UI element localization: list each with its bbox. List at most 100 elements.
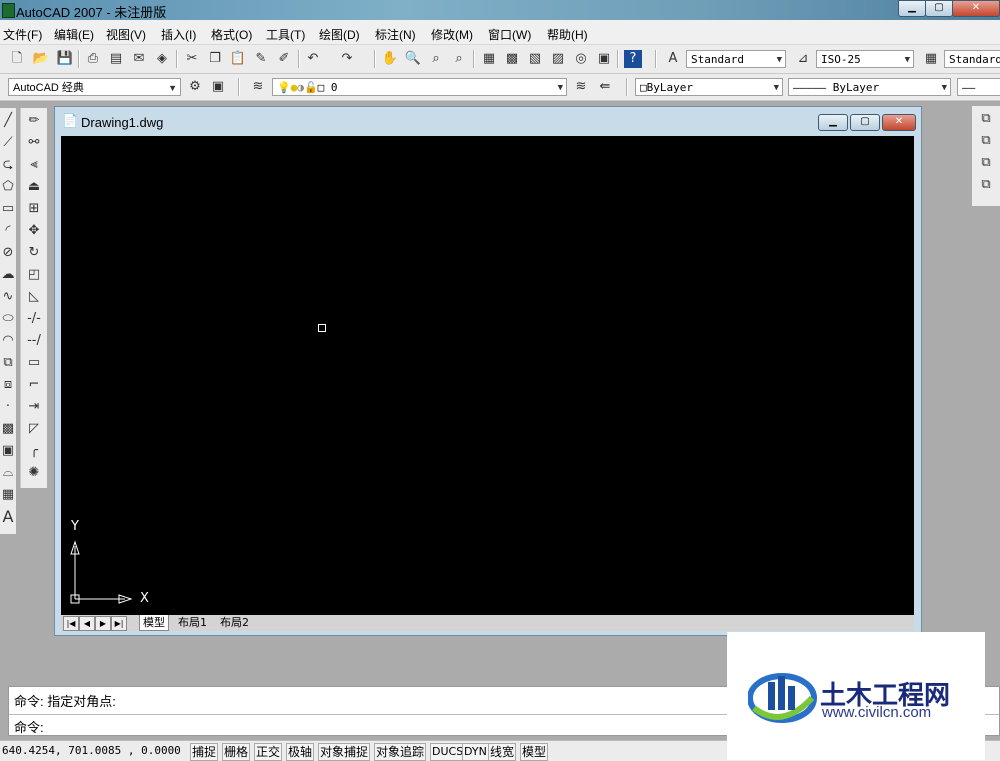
ellipse-icon[interactable]: ⬭	[0, 310, 17, 328]
polygon-icon[interactable]: ⬠	[0, 178, 17, 196]
command-prompt[interactable]: 命令:	[14, 717, 44, 736]
model-toggle[interactable]: 模型	[520, 743, 549, 761]
tab-model[interactable]: 模型	[139, 615, 169, 631]
trim-icon[interactable]: -/-	[25, 310, 43, 328]
spline-icon[interactable]: ∿	[0, 288, 17, 306]
explode-icon[interactable]: ✺	[25, 464, 43, 482]
workspace-select[interactable]: AutoCAD 经典 ▼	[8, 78, 181, 96]
copy-icon[interactable]: ❐	[206, 50, 224, 68]
layer-manager-icon[interactable]: ≋	[249, 78, 267, 96]
new-icon[interactable]: 🗋	[8, 50, 26, 68]
region-icon[interactable]: ⌓	[0, 464, 17, 482]
lineweight-select[interactable]: ——	[957, 78, 1000, 96]
cut-icon[interactable]: ✂	[183, 50, 201, 68]
open-icon[interactable]: 📂	[32, 50, 50, 68]
copy-object-icon[interactable]: ⚯	[25, 134, 43, 152]
join-icon[interactable]: ⇥	[25, 398, 43, 416]
dyn-toggle[interactable]: DYN	[462, 743, 489, 761]
menu-edit[interactable]: 编辑(E)	[54, 26, 94, 43]
menu-dimension[interactable]: 标注(N)	[375, 26, 416, 43]
layer-previous-icon[interactable]: ⇚	[596, 78, 614, 96]
plot-preview-icon[interactable]: ▤	[107, 50, 125, 68]
ortho-toggle[interactable]: 正交	[254, 743, 283, 761]
menu-draw[interactable]: 绘图(D)	[319, 26, 360, 43]
insert-block-icon[interactable]: ⧉	[0, 354, 17, 372]
calculator-icon[interactable]: ▣	[595, 50, 613, 68]
undo-icon[interactable]: ↶	[304, 50, 322, 68]
zoom-previous-icon[interactable]: ⌕	[450, 50, 468, 68]
zoom-realtime-icon[interactable]: 🔍	[404, 50, 422, 68]
offset-icon[interactable]: ⏏	[25, 178, 43, 196]
publish-icon[interactable]: ✉	[130, 50, 148, 68]
drawing-minimize-button[interactable]: ▁	[818, 114, 848, 131]
tab-layout2[interactable]: 布局2	[217, 615, 252, 630]
text-style-select[interactable]: Standard ▼	[686, 50, 786, 68]
design-center-icon[interactable]: ▩	[503, 50, 521, 68]
tab-layout1[interactable]: 布局1	[175, 615, 210, 630]
last-tab-icon[interactable]: ▶|	[111, 616, 127, 631]
hatch-icon[interactable]: ▩	[0, 420, 17, 438]
zoom-window-icon[interactable]: ⌕	[427, 50, 445, 68]
circle-icon[interactable]: ⊘	[0, 244, 17, 262]
match-properties-icon[interactable]: ✎	[252, 50, 270, 68]
text-style-icon[interactable]: A	[664, 50, 682, 68]
array-icon[interactable]: ⊞	[25, 200, 43, 218]
osnap-toggle[interactable]: 对象捕捉	[318, 743, 371, 761]
move-icon[interactable]: ✥	[25, 222, 43, 240]
table-style-select[interactable]: Standard	[944, 50, 1000, 68]
sheet-set-icon[interactable]: ▨	[549, 50, 567, 68]
maximize-button[interactable]: ▢	[925, 0, 953, 17]
send-under-icon[interactable]: ⧉	[977, 176, 995, 194]
drawing-maximize-button[interactable]: ▢	[850, 114, 880, 131]
menu-format[interactable]: 格式(O)	[211, 26, 252, 43]
send-to-back-icon[interactable]: ⧉	[977, 132, 995, 150]
pan-icon[interactable]: ✋	[381, 50, 399, 68]
chamfer-icon[interactable]: ◸	[25, 420, 43, 438]
snap-toggle[interactable]: 捕捉	[190, 743, 219, 761]
ellipse-arc-icon[interactable]: ◠	[0, 332, 17, 350]
arc-icon[interactable]: ◜	[0, 222, 17, 240]
tool-palettes-icon[interactable]: ▧	[526, 50, 544, 68]
fillet-icon[interactable]: ╭	[25, 442, 43, 460]
polar-toggle[interactable]: 极轴	[286, 743, 315, 761]
stretch-icon[interactable]: ◺	[25, 288, 43, 306]
table-icon[interactable]: ▦	[0, 486, 17, 504]
minimize-button[interactable]: ▁	[898, 0, 926, 17]
menu-modify[interactable]: 修改(M)	[431, 26, 473, 43]
help-icon[interactable]: ?	[624, 50, 642, 68]
otrack-toggle[interactable]: 对象追踪	[374, 743, 427, 761]
make-block-icon[interactable]: ⧈	[0, 376, 17, 394]
menu-help[interactable]: 帮助(H)	[547, 26, 588, 43]
block-editor-icon[interactable]: ✐	[275, 50, 293, 68]
mtext-icon[interactable]: A	[0, 508, 17, 526]
rectangle-icon[interactable]: ▭	[0, 200, 17, 218]
lwt-toggle[interactable]: 线宽	[488, 743, 517, 761]
menu-file[interactable]: 文件(F)	[3, 26, 42, 43]
autocad-app-icon[interactable]	[2, 3, 15, 18]
extend-icon[interactable]: --/	[25, 332, 43, 350]
bring-to-front-icon[interactable]: ⧉	[977, 110, 995, 128]
first-tab-icon[interactable]: |◀	[63, 616, 79, 631]
next-tab-icon[interactable]: ▶	[95, 616, 111, 631]
layer-select[interactable]: 💡●◑🔓□ 0 ▼	[272, 78, 567, 96]
menu-window[interactable]: 窗口(W)	[488, 26, 531, 43]
markup-icon[interactable]: ◎	[572, 50, 590, 68]
point-icon[interactable]: ·	[0, 398, 17, 416]
scale-icon[interactable]: ◰	[25, 266, 43, 284]
drawing-close-button[interactable]: ✕	[882, 114, 916, 131]
erase-icon[interactable]: ✏	[25, 112, 43, 130]
coordinate-readout[interactable]: 640.4254, 701.0085 , 0.0000	[2, 744, 181, 757]
bring-above-icon[interactable]: ⧉	[977, 154, 995, 172]
menu-view[interactable]: 视图(V)	[106, 26, 146, 43]
line-icon[interactable]: ╱	[0, 112, 17, 130]
properties-icon[interactable]: ▦	[480, 50, 498, 68]
save-workspace-icon[interactable]: ▣	[209, 78, 227, 96]
save-icon[interactable]: 💾	[56, 50, 74, 68]
workspace-settings-icon[interactable]: ⚙	[186, 78, 204, 96]
3d-dwf-icon[interactable]: ◈	[153, 50, 171, 68]
linetype-select[interactable]: ————— ByLayer ▼	[788, 78, 951, 96]
ducs-toggle[interactable]: DUCS	[430, 743, 466, 761]
dim-style-icon[interactable]: ⊿	[794, 50, 812, 68]
close-button[interactable]: ✕	[952, 0, 1000, 17]
grid-toggle[interactable]: 栅格	[222, 743, 251, 761]
